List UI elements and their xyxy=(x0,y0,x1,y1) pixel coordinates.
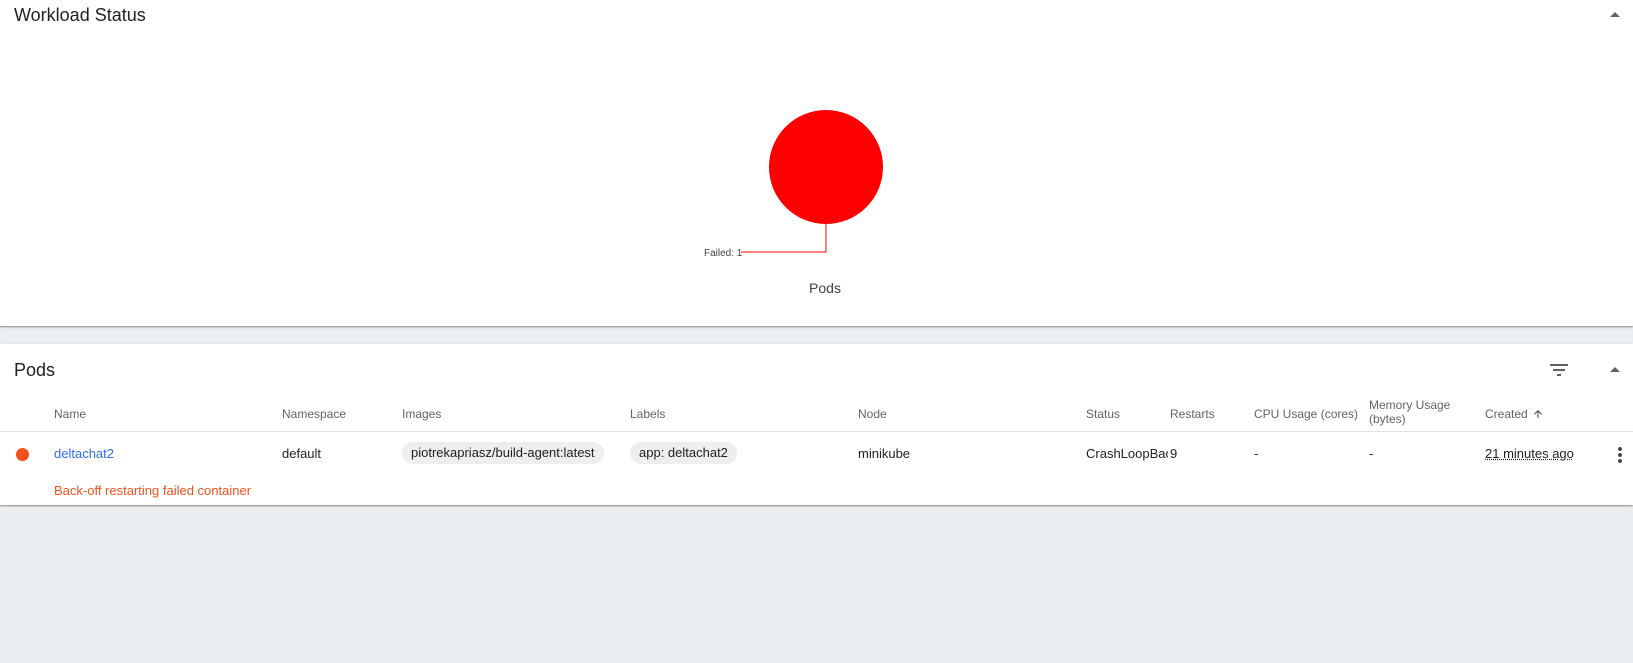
pod-node: minikube xyxy=(858,446,911,461)
column-header-memory-line2: (bytes) xyxy=(1369,412,1406,426)
chart-caption: Pods xyxy=(809,280,841,296)
chevron-up-icon[interactable] xyxy=(1603,358,1627,382)
column-header-cpu: CPU Usage (cores) xyxy=(1254,407,1359,421)
column-header-name[interactable]: Name xyxy=(54,407,86,421)
label-chip: app: deltachat2 xyxy=(630,442,737,464)
pie-callout-line xyxy=(741,224,827,253)
pod-name-text[interactable]: deltachat2 xyxy=(54,446,114,461)
pods-title: Pods xyxy=(14,360,56,380)
pod-memory-usage: - xyxy=(1369,446,1374,461)
column-header-created[interactable]: Created xyxy=(1485,407,1544,421)
column-header-memory-line1: Memory Usage xyxy=(1369,398,1451,412)
image-chip: piotrekapriasz/build-agent:latest xyxy=(402,442,604,464)
pie-slice-failed xyxy=(769,110,883,224)
pod-created-time[interactable]: 21 minutes ago xyxy=(1485,446,1574,461)
filter-list-icon[interactable] xyxy=(1547,358,1571,382)
pod-restarts: 9 xyxy=(1170,446,1178,461)
pod-namespace: default xyxy=(282,446,322,461)
column-header-created-label: Created xyxy=(1485,407,1528,421)
status-error-icon xyxy=(16,448,29,461)
pie-callout-label: Failed: 1 xyxy=(704,248,743,259)
arrow-upward-icon xyxy=(1533,410,1542,418)
pod-name-link[interactable]: deltachat2 xyxy=(54,446,114,461)
column-header-labels: Labels xyxy=(630,407,666,421)
pod-error-message: Back-off restarting failed container xyxy=(54,483,252,498)
column-header-restarts: Restarts xyxy=(1170,407,1215,421)
column-header-namespace[interactable]: Namespace xyxy=(282,407,346,421)
column-header-memory: Memory Usage (bytes) xyxy=(1369,398,1450,426)
pod-cpu-usage: - xyxy=(1254,446,1259,461)
more-vert-icon[interactable] xyxy=(1608,443,1632,467)
column-header-status: Status xyxy=(1086,407,1121,421)
pods-pie-chart: Failed: 1 xyxy=(704,110,883,259)
column-header-node: Node xyxy=(858,407,887,421)
workload-status-card: Workload Status Failed: 1 Pods xyxy=(0,0,1633,326)
pod-status: CrashLoopBackOff xyxy=(1086,446,1168,461)
column-header-images: Images xyxy=(402,407,442,421)
table-header-divider xyxy=(0,431,1633,432)
